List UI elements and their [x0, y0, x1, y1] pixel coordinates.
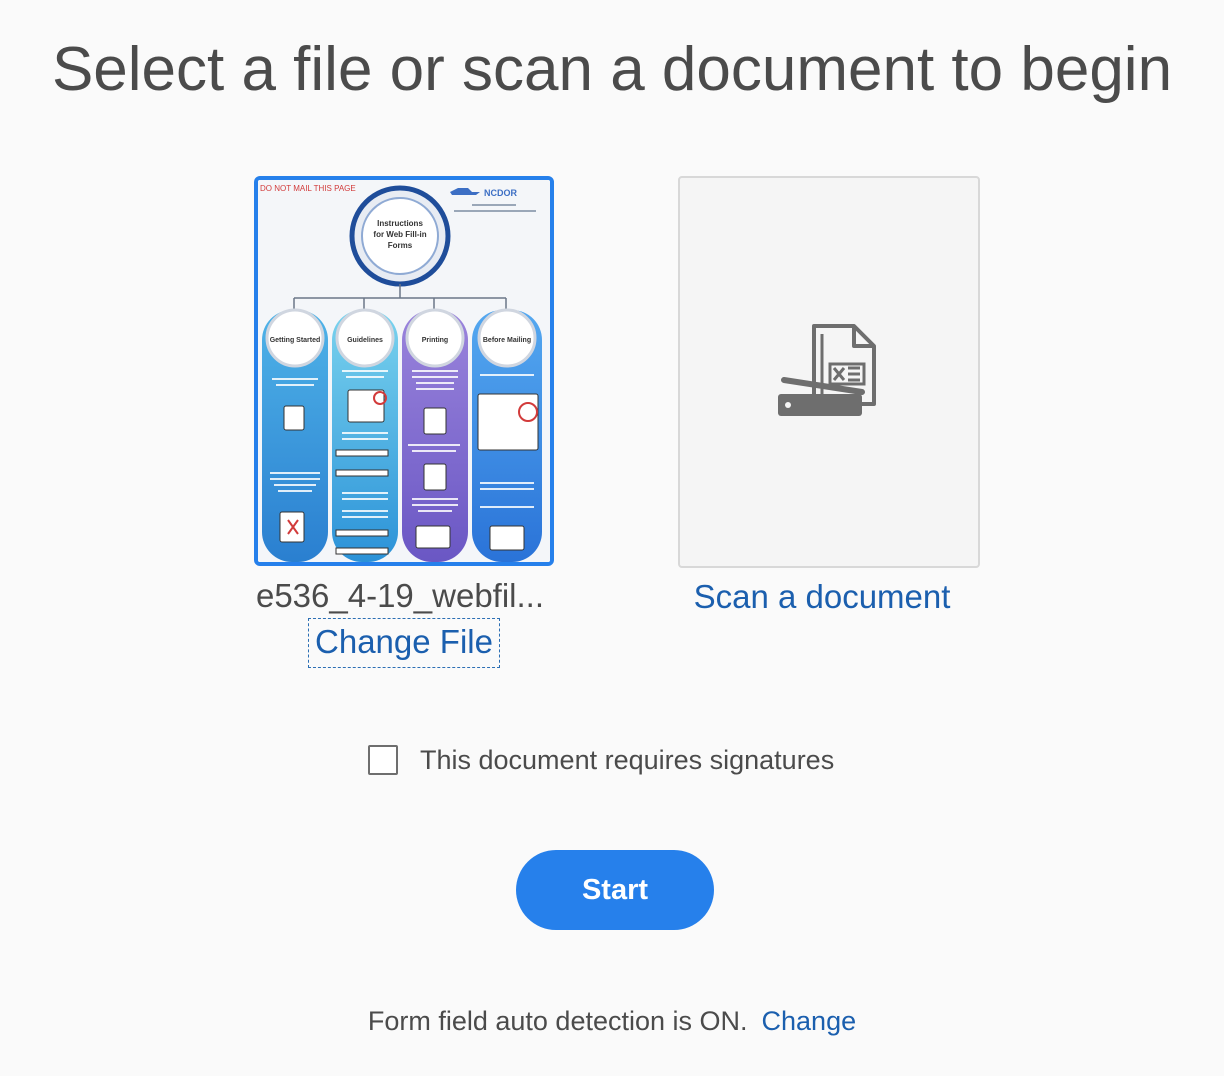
thumbnail-title-line-1: Instructions — [377, 219, 423, 228]
scanner-document-icon — [778, 320, 882, 425]
file-name: e536_4-19_webfil... — [255, 577, 545, 614]
signature-label[interactable]: This document requires signatures — [420, 745, 834, 776]
thumbnail-column-3: Printing — [422, 337, 448, 344]
file-card[interactable]: DO NOT MAIL THIS PAGE NCDOR Instructions… — [254, 176, 554, 566]
thumbnail-title-line-2: for Web Fill-in — [373, 230, 426, 239]
thumbnail-column-1: Getting Started — [270, 337, 321, 344]
start-button[interactable]: Start — [516, 850, 714, 930]
form-detection-footer: Form field auto detection is ON. Change — [0, 1006, 1224, 1037]
thumbnail-column-4: Before Mailing — [483, 337, 531, 344]
form-detection-status: Form field auto detection is ON. — [367, 1006, 748, 1036]
page-title: Select a file or scan a document to begi… — [51, 35, 1173, 104]
file-thumbnail[interactable]: DO NOT MAIL THIS PAGE NCDOR Instructions… — [254, 176, 554, 566]
change-file-link[interactable]: Change File — [308, 618, 500, 668]
signature-checkbox[interactable] — [368, 745, 398, 775]
scan-document-link[interactable]: Scan a document — [660, 578, 984, 616]
thumbnail-header-text: DO NOT MAIL THIS PAGE — [260, 184, 356, 193]
signature-option[interactable]: This document requires signatures — [368, 742, 834, 778]
thumbnail-column-2: Guidelines — [347, 337, 383, 344]
form-detection-change-link[interactable]: Change — [762, 1006, 857, 1036]
scan-document-card[interactable] — [678, 176, 980, 568]
thumbnail-title-line-3: Forms — [388, 241, 413, 250]
thumbnail-logo-text: NCDOR — [484, 188, 517, 198]
